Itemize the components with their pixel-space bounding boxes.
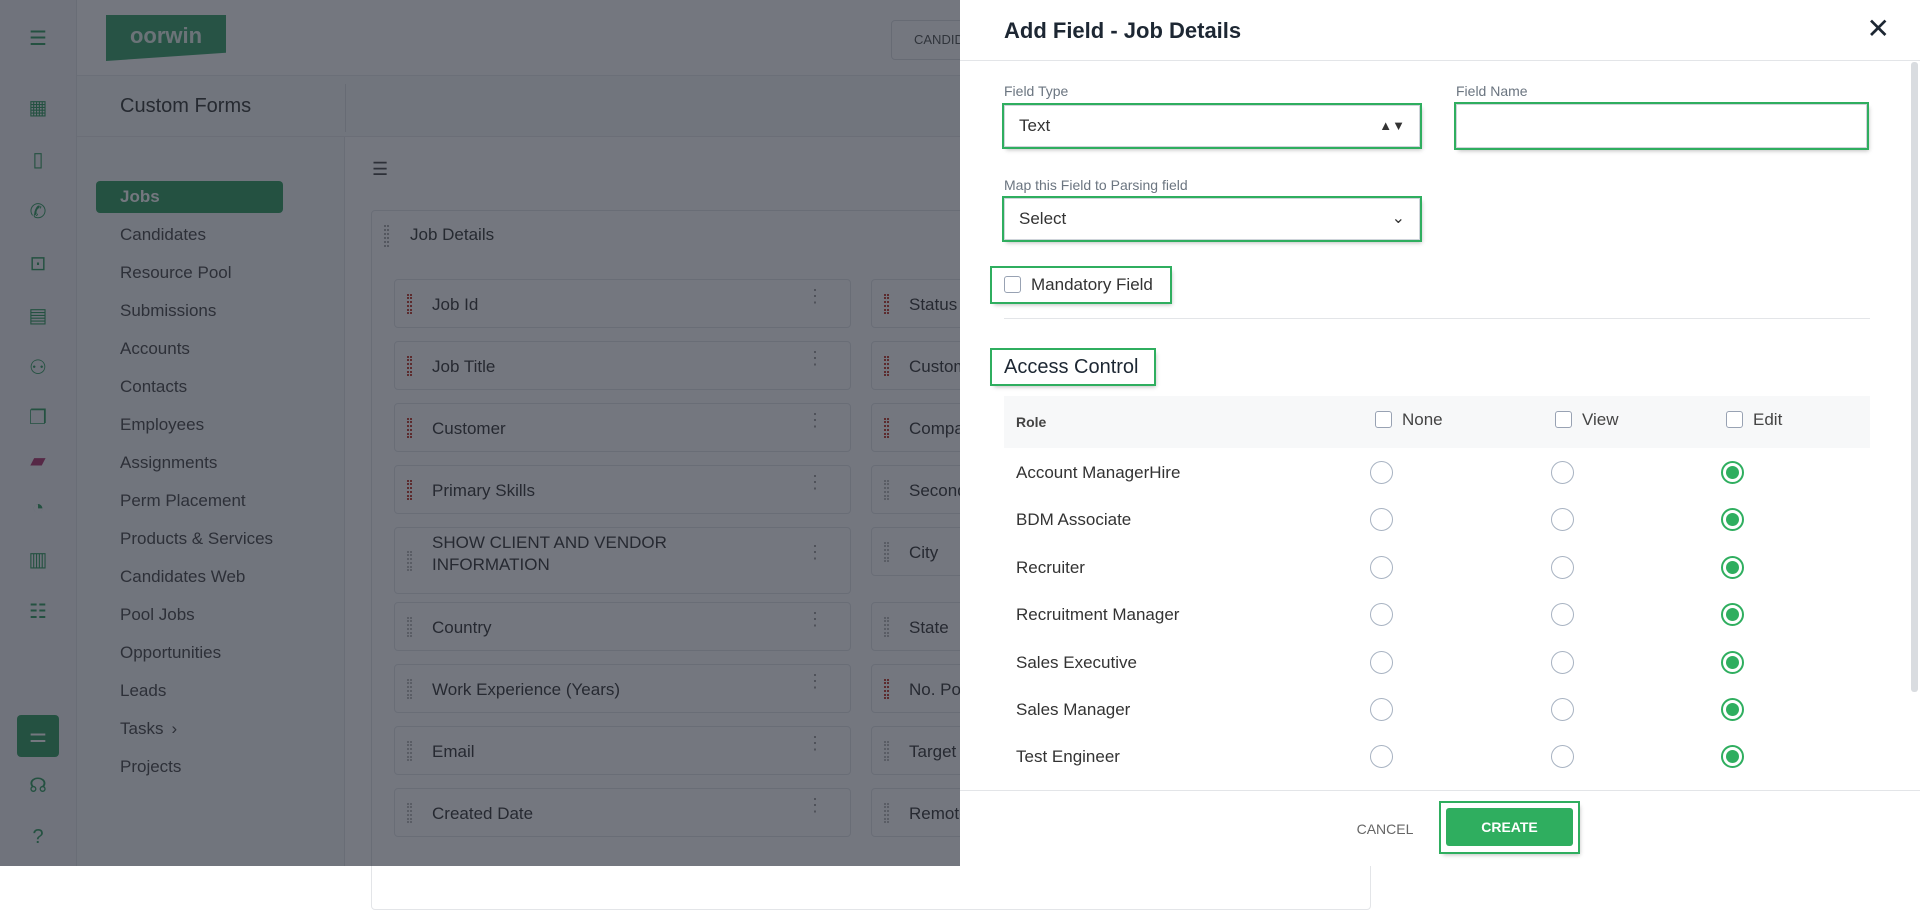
mandatory-label: Mandatory Field <box>1031 275 1153 294</box>
none-column-header[interactable]: None <box>1375 410 1443 430</box>
edit-radio[interactable] <box>1721 745 1744 769</box>
checkbox-icon[interactable] <box>1555 410 1572 428</box>
none-radio[interactable] <box>1370 461 1393 484</box>
none-radio[interactable] <box>1370 650 1393 674</box>
modal-backdrop[interactable] <box>0 0 960 866</box>
page-title: Custom Forms <box>120 95 252 117</box>
role-row: Recruitment Manager <box>1004 592 1870 639</box>
field-type-label: Field Type <box>1004 83 1069 99</box>
view-label: View <box>1582 410 1619 429</box>
role-name: Recruitment Manager <box>1016 605 1180 625</box>
role-name: Account ManagerHire <box>1016 463 1181 482</box>
role-row: Sales Manager <box>1004 687 1870 734</box>
create-button-highlight: CREATE <box>1439 801 1580 854</box>
divider <box>1004 318 1870 319</box>
edit-radio[interactable] <box>1721 555 1744 579</box>
section-title: Job Details <box>410 225 495 244</box>
edit-radio[interactable] <box>1721 698 1744 721</box>
access-control-title: Access Control <box>990 348 1156 386</box>
view-radio[interactable] <box>1551 745 1574 769</box>
role-name: Test Engineer <box>1016 747 1120 767</box>
field-type-value: Text <box>1019 116 1051 135</box>
edit-radio[interactable] <box>1721 461 1744 484</box>
checkbox-icon[interactable] <box>1375 410 1392 428</box>
modal-title: Add Field - Job Details <box>1004 18 1242 43</box>
role-row: Recruiter <box>1004 545 1870 592</box>
role-name: Recruiter <box>1016 557 1085 577</box>
checkbox-icon[interactable] <box>1004 275 1021 293</box>
role-name: Sales Manager <box>1016 700 1131 719</box>
mandatory-field-checkbox[interactable]: Mandatory Field <box>990 266 1172 304</box>
close-icon[interactable]: ✕ <box>1867 14 1890 44</box>
edit-column-header[interactable]: Edit <box>1726 410 1782 430</box>
none-radio[interactable] <box>1370 745 1393 769</box>
role-name: BDM Associate <box>1016 510 1132 530</box>
view-radio[interactable] <box>1551 461 1574 484</box>
none-radio[interactable] <box>1370 603 1393 627</box>
field-type-select[interactable]: Text ▲▼ <box>1002 103 1422 149</box>
parsing-field-select[interactable]: Select ⌄ <box>1002 196 1422 242</box>
cancel-button[interactable]: CANCEL <box>1345 812 1425 846</box>
edit-radio[interactable] <box>1721 603 1744 627</box>
sort-arrows-icon: ▲▼ <box>1379 118 1405 133</box>
view-radio[interactable] <box>1551 603 1574 627</box>
none-radio[interactable] <box>1370 555 1393 579</box>
role-row: Account ManagerHire <box>1004 450 1870 497</box>
modal-header: Add Field - Job Details ✕ <box>960 0 1920 61</box>
edit-label: Edit <box>1753 410 1783 429</box>
view-radio[interactable] <box>1551 508 1574 532</box>
role-column-header: Role <box>1016 414 1047 430</box>
modal-scrollbar[interactable] <box>1911 62 1918 692</box>
role-row: Sales Executive <box>1004 640 1870 687</box>
role-row: BDM Associate <box>1004 497 1870 544</box>
role-row: Test Engineer <box>1004 734 1870 781</box>
footer-divider <box>960 790 1920 791</box>
none-radio[interactable] <box>1370 508 1393 532</box>
field-name-input[interactable] <box>1454 102 1869 150</box>
view-radio[interactable] <box>1551 650 1574 674</box>
none-radio[interactable] <box>1370 698 1393 721</box>
role-name: Sales Executive <box>1016 652 1137 672</box>
view-radio[interactable] <box>1551 555 1574 579</box>
checkbox-icon[interactable] <box>1726 410 1743 428</box>
edit-radio[interactable] <box>1721 508 1744 532</box>
map-field-label: Map this Field to Parsing field <box>1004 177 1188 193</box>
view-radio[interactable] <box>1551 698 1574 721</box>
edit-radio[interactable] <box>1721 650 1744 674</box>
field-name-label: Field Name <box>1456 83 1528 99</box>
create-button[interactable]: CREATE <box>1446 808 1573 846</box>
none-label: None <box>1402 410 1443 429</box>
chevron-down-icon: ⌄ <box>1391 210 1405 227</box>
view-column-header[interactable]: View <box>1555 410 1619 430</box>
access-table-header: Role None View Edit <box>1004 396 1870 448</box>
parsing-field-value: Select <box>1019 209 1067 228</box>
